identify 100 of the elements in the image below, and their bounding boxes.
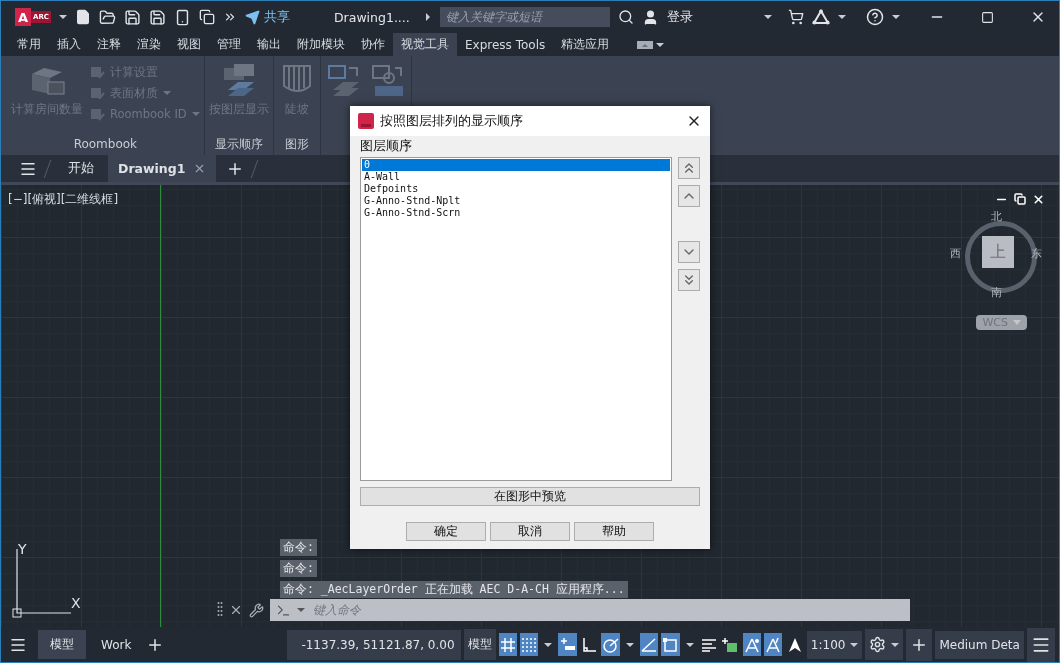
move-top-button[interactable] (678, 157, 700, 179)
layer-item[interactable]: Defpoints (362, 183, 670, 195)
share-button[interactable]: 共享 (244, 8, 290, 26)
close-icon[interactable] (229, 603, 243, 617)
dialog-button[interactable]: 帮助 (574, 522, 654, 541)
caret-icon (163, 91, 171, 95)
preview-button[interactable]: 在图形中预览 (360, 487, 700, 506)
annotation-icon (743, 636, 760, 653)
detail-level-menu[interactable]: Medium Deta (935, 630, 1024, 659)
layer-item[interactable]: 0 (362, 159, 670, 171)
ribbon-tab[interactable]: 渲染 (129, 33, 169, 56)
layer-item[interactable]: G-Anno-Stnd-Scrn (362, 207, 670, 219)
status-toggle[interactable] (742, 633, 761, 656)
polar-icon (602, 636, 619, 653)
menu-button[interactable] (1026, 627, 1055, 662)
save-icon[interactable] (123, 8, 141, 26)
panel-title: 图形 (283, 135, 310, 153)
ribbon-tab[interactable]: 附加模块 (289, 33, 353, 56)
layout-tab[interactable]: Work (89, 631, 144, 658)
ribbon-tab[interactable]: 输出 (249, 33, 289, 56)
folder-icon[interactable] (98, 8, 116, 26)
maximize-icon[interactable] (981, 10, 995, 24)
compass-label: 东 (1031, 246, 1042, 261)
layer-item[interactable]: G-Anno-Stnd-Nplt (362, 195, 670, 207)
status-toggle[interactable] (520, 633, 539, 656)
annotation-icon (765, 636, 782, 653)
terminal-icon[interactable] (276, 602, 291, 618)
ortho-icon (581, 636, 598, 653)
compass-label: 西 (950, 246, 961, 261)
layer-list[interactable]: 0 A-Wall Defpoints G-Anno-Stnd-Nplt G-Anno-Stnd-Scrn (360, 157, 672, 481)
dialog-button[interactable]: 确定 (406, 522, 486, 541)
login-link[interactable]: 登录 (666, 8, 693, 26)
axis-label: Y (18, 541, 27, 557)
arrow-icon[interactable] (425, 13, 430, 21)
copy-icon[interactable] (198, 9, 215, 25)
status-toggle[interactable] (498, 633, 517, 656)
move-bottom-button[interactable] (678, 269, 700, 291)
infer-icon (559, 636, 576, 653)
axis-label: X (71, 595, 81, 611)
ribbon-tab[interactable]: 视图 (169, 33, 209, 56)
command-bar[interactable]: 键入命令 (270, 599, 910, 621)
grip-icon[interactable] (217, 601, 223, 619)
group-label: 图层顺序 (360, 138, 412, 155)
status-toggle[interactable] (601, 633, 620, 656)
app-icon (358, 113, 374, 129)
object-snap-icon (662, 636, 679, 653)
snap-dots-icon (521, 636, 538, 653)
scale-menu[interactable]: 1:100 (806, 630, 863, 659)
tool-icon (89, 85, 105, 101)
status-toggle[interactable] (661, 633, 680, 656)
status-toggle[interactable] (558, 633, 577, 656)
ribbon-tab[interactable]: 常用 (9, 33, 49, 56)
ribbon-tab[interactable]: 管理 (209, 33, 249, 56)
save-icon[interactable] (148, 8, 166, 26)
angle-icon (641, 636, 657, 653)
ribbon-tab[interactable]: 协作 (353, 33, 393, 56)
cart-icon[interactable] (788, 9, 805, 25)
caret-icon (891, 642, 900, 647)
caret-icon[interactable] (297, 608, 305, 612)
layout-tab[interactable]: 模型 (38, 630, 86, 659)
settings-menu[interactable] (865, 629, 904, 660)
ribbon-tab[interactable]: Express Tools (457, 33, 554, 56)
wrench-icon[interactable] (249, 602, 264, 618)
document-tab[interactable]: Drawing1 (108, 155, 217, 182)
caret-icon (1013, 320, 1021, 325)
dialog-button[interactable]: 取消 (490, 522, 570, 541)
layer-item[interactable]: A-Wall (362, 171, 670, 183)
model-space-button[interactable]: 模型 (463, 629, 496, 660)
help-icon[interactable] (866, 8, 885, 26)
compass-label: 南 (991, 285, 1002, 300)
document-title: Drawing1.... (333, 9, 410, 25)
status-toggle[interactable] (639, 633, 659, 656)
ribbon-tab[interactable]: 插入 (49, 33, 89, 56)
ribbon-tab[interactable]: 注释 (89, 33, 129, 56)
compass-label: 北 (991, 209, 1002, 224)
tool-icon (89, 106, 105, 122)
viewport-label[interactable]: [−][俯视][二维线框] (8, 191, 119, 208)
grid-icon (499, 636, 516, 653)
transparency-icon (722, 636, 739, 653)
ribbon-tab[interactable]: 精选应用 (553, 33, 618, 56)
dialog-title: 按照图层排列的显示顺序 (380, 112, 523, 130)
lineweight-icon (700, 636, 717, 653)
panel-toggle-icon[interactable] (637, 40, 654, 49)
new-file-icon[interactable] (74, 9, 91, 25)
ribbon-tab[interactable]: 视觉工具 (393, 33, 457, 56)
panel-title: 显示顺序 (213, 135, 264, 153)
document-tab[interactable]: 开始 (58, 155, 104, 182)
close-icon[interactable] (1032, 193, 1045, 206)
annotation-icon (786, 636, 803, 653)
status-toggle[interactable] (763, 633, 783, 656)
network-icon[interactable] (812, 9, 831, 25)
search-field[interactable]: 键入关键字或短语 (439, 7, 610, 27)
tool-icon (89, 64, 105, 80)
command-input[interactable]: 键入命令 (311, 602, 904, 618)
restore-icon[interactable] (1014, 193, 1026, 205)
add-button[interactable] (906, 628, 933, 661)
search-icon[interactable] (617, 9, 634, 25)
coordinates-readout[interactable]: -1137.39, 51121.87, 0.00 (287, 629, 461, 660)
panel-title: Roombook (72, 136, 139, 153)
caret-icon (850, 642, 859, 647)
